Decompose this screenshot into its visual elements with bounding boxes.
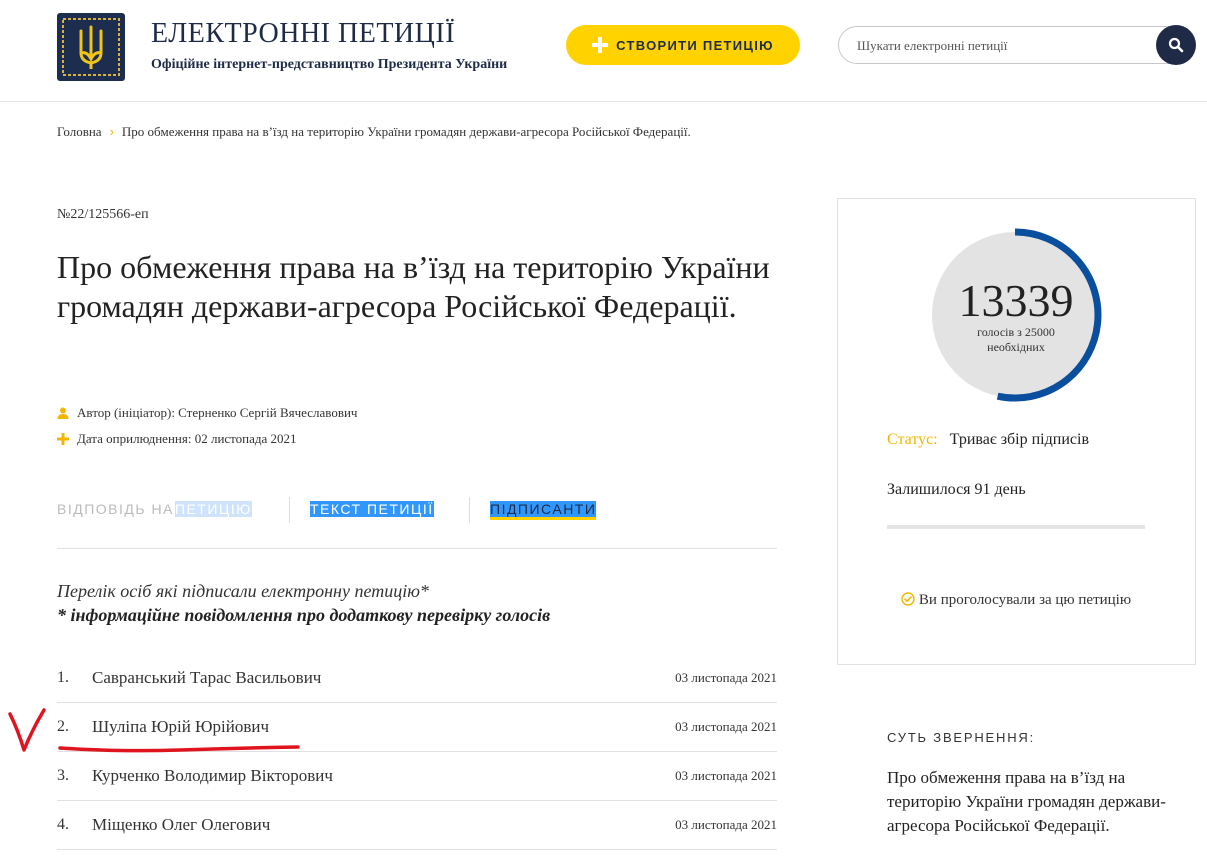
signer-name: Савранський Тарас Васильович — [92, 668, 322, 687]
signer-name: Міщенко Олег Олегович — [92, 815, 271, 834]
time-progress-bar — [887, 525, 1145, 529]
signers-list-title: Перелік осіб які підписали електронну пе… — [57, 581, 429, 601]
date-text: Дата оприлюднення: 02 листопада 2021 — [77, 431, 297, 446]
signer-number: 1. — [57, 669, 69, 686]
create-petition-button[interactable]: СТВОРИТИ ПЕТИЦІЮ — [566, 25, 800, 65]
essence-text: Про обмеження права на в’їзд на територі… — [887, 768, 1166, 835]
status-value: Триває збір підписів — [949, 431, 1089, 448]
site-title[interactable]: ЕЛЕКТРОННІ ПЕТИЦІЇ — [151, 18, 455, 50]
tab-response-label: ВІДПОВІДЬ НА — [57, 501, 174, 517]
tab-response-selected-label: ПЕТИЦІЮ — [174, 501, 252, 517]
verification-notice-link[interactable]: * інформаційне повідомлення про додатков… — [57, 605, 550, 626]
voted-message: Ви проголосували за цю петицію — [887, 588, 1145, 613]
author-text: Автор (ініціатор): Стерненко Сергій Вяче… — [77, 405, 358, 420]
status-label: Статус: — [887, 431, 938, 448]
plus-icon — [592, 37, 609, 53]
signer-date: 03 листопада 2021 — [675, 768, 777, 783]
breadcrumb-current: Про обмеження права на в’їзд на територі… — [121, 124, 691, 139]
red-checkmark-annotation — [8, 708, 300, 753]
breadcrumb-separator: › — [109, 124, 114, 139]
tab-signers[interactable]: ПІДПИСАНТИ — [490, 501, 597, 520]
search-button[interactable] — [1156, 25, 1196, 65]
user-icon — [57, 407, 69, 419]
breadcrumb: Головна › Про обмеження права на в’їзд на … — [57, 124, 691, 140]
search-icon — [1168, 37, 1184, 53]
petition-author: Автор (ініціатор): Стерненко Сергій Вяче… — [57, 405, 357, 421]
signer-date: 03 листопада 2021 — [675, 670, 777, 685]
days-remaining: Залишилося 91 день — [887, 481, 1026, 498]
search-box — [838, 26, 1194, 64]
petition-date: Дата оприлюднення: 02 листопада 2021 — [57, 431, 297, 447]
tab-divider — [289, 497, 290, 523]
site-header: ЕЛЕКТРОННІ ПЕТИЦІЇ Офіційне інтернет-пре… — [0, 0, 1207, 102]
petition-number: №22/125566-еп — [57, 207, 149, 222]
check-circle-icon — [901, 592, 915, 606]
plus-small-icon — [57, 433, 69, 445]
tab-response[interactable]: ВІДПОВІДЬ НАПЕТИЦІЮ — [57, 501, 252, 517]
vote-count: 13339 — [958, 275, 1074, 326]
essence-title: СУТЬ ЗВЕРНЕННЯ: — [887, 730, 1035, 745]
signer-name: Курченко Володимир Вікторович — [92, 766, 333, 785]
votes-needed: голосів з 25000 необхідних — [977, 325, 1055, 354]
voted-text: Ви проголосували за цю петицію — [918, 592, 1132, 608]
coat-of-arms-logo[interactable] — [57, 13, 125, 81]
signer-number: 4. — [57, 816, 69, 833]
petition-tabs: ВІДПОВІДЬ НАПЕТИЦІЮ ТЕКСТ ПЕТИЦІЇ ПІДПИС… — [57, 497, 777, 525]
tabs-divider — [57, 548, 777, 549]
breadcrumb-home[interactable]: Головна — [57, 124, 102, 139]
petition-title: Про обмеження права на в’їзд на територі… — [57, 249, 770, 324]
create-petition-label: СТВОРИТИ ПЕТИЦІЮ — [616, 37, 774, 53]
signer-row: 4. Міщенко Олег Олегович 03 листопада 20… — [57, 801, 777, 850]
signer-date: 03 листопада 2021 — [675, 817, 777, 832]
signer-date: 03 листопада 2021 — [675, 719, 777, 734]
signer-row: 1. Савранський Тарас Васильович 03 листо… — [57, 654, 777, 703]
tab-petition-text[interactable]: ТЕКСТ ПЕТИЦІЇ — [310, 501, 434, 517]
site-subtitle: Офіційне інтернет-представництво Президе… — [151, 57, 508, 72]
petition-status: Статус: Триває збір підписів — [887, 431, 1089, 449]
search-input[interactable] — [855, 36, 1149, 56]
tab-divider — [469, 497, 470, 523]
signer-number: 3. — [57, 767, 69, 784]
